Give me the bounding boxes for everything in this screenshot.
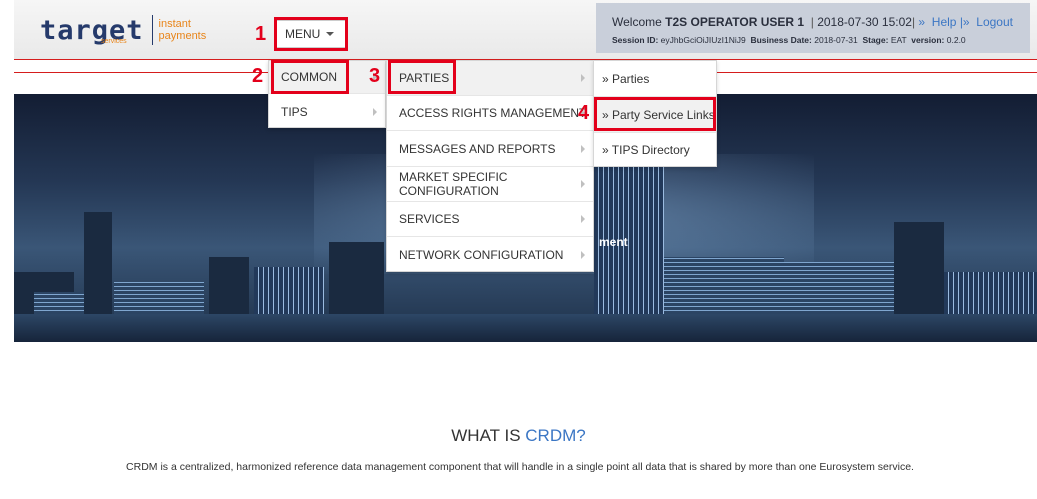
welcome-line: Welcome T2S OPERATOR USER 1 | 2018-07-30… [612, 15, 1013, 29]
callout-number-2: 2 [252, 65, 264, 87]
menu-item-label: NETWORK CONFIGURATION [399, 247, 564, 262]
menu-item-services[interactable]: SERVICES [387, 202, 593, 237]
hero-caption: ment [599, 235, 628, 249]
business-date-value: 2018-07-31 [814, 35, 858, 45]
section-heading: WHAT IS CRDM? [0, 426, 1037, 446]
callout-number-4: 4 [578, 102, 590, 124]
chevron-icon: » [918, 15, 926, 29]
stage-label: Stage: [862, 35, 889, 45]
menu-item-label: SERVICES [399, 212, 460, 226]
menu-item-access-rights[interactable]: ACCESS RIGHTS MANAGEMENT [387, 96, 593, 131]
menu-item-messages-reports[interactable]: MESSAGES AND REPORTS [387, 131, 593, 167]
menu-item-label: ACCESS RIGHTS MANAGEMENT [399, 106, 587, 120]
business-date-label: Business Date: [750, 35, 812, 45]
chevron-right-icon [581, 250, 585, 259]
separator: |» [959, 15, 970, 29]
session-id-label: Session ID: [612, 35, 659, 45]
welcome-prefix: Welcome [612, 15, 662, 29]
callout-box-party-service-links [594, 97, 716, 131]
callout-number-3: 3 [369, 65, 381, 87]
chevron-right-icon [581, 74, 585, 82]
river [14, 314, 1037, 342]
user-name: T2S OPERATOR USER 1 [665, 15, 805, 29]
callout-number-1: 1 [255, 23, 267, 45]
chevron-right-icon [581, 180, 585, 188]
menu-item-tips[interactable]: TIPS [269, 95, 385, 128]
session-id-value: eyJhbGciOiJIUzI1NiJ9 [660, 35, 746, 45]
version-value: 0.2.0 [946, 35, 966, 45]
menu-item-label: TIPS [281, 104, 308, 119]
separator: | [810, 15, 814, 29]
chevron-right-icon [373, 107, 377, 116]
logo-divider [151, 15, 153, 45]
menu-item-tips-directory[interactable]: » TIPS Directory [594, 133, 716, 167]
logo-wordmark: target [40, 14, 144, 46]
heading-accent: CRDM? [525, 426, 586, 445]
chevron-right-icon [581, 144, 585, 153]
logout-link[interactable]: Logout [976, 15, 1013, 29]
menu-item-label: MESSAGES AND REPORTS [399, 141, 556, 156]
logo-tagline-line2: payments [158, 30, 207, 42]
chevron-right-icon [581, 215, 585, 223]
help-link[interactable]: Help [932, 15, 957, 29]
target-logo[interactable]: target services instant payments [40, 12, 206, 48]
separator: | [911, 15, 916, 29]
menu-item-label: » Parties [602, 71, 650, 86]
menu-item-label: » TIPS Directory [602, 143, 690, 157]
heading-prefix: WHAT IS [451, 426, 521, 445]
menu-item-label: MARKET SPECIFIC CONFIGURATION [399, 170, 508, 198]
callout-box-common [271, 60, 349, 94]
section-description: CRDM is a centralized, harmonized refere… [126, 461, 914, 473]
logo-tagline-line1: instant [158, 18, 191, 30]
user-session-panel: Welcome T2S OPERATOR USER 1 | 2018-07-30… [596, 3, 1030, 53]
datetime: 2018-07-30 15:02 [817, 15, 912, 29]
version-label: version: [911, 35, 945, 45]
callout-box-menu [274, 17, 348, 51]
menu-item-market-config[interactable]: MARKET SPECIFIC CONFIGURATION [387, 167, 593, 202]
stage-value: EAT [890, 35, 907, 45]
logo-tagline: instant payments [159, 18, 207, 42]
session-info-line: Session ID: eyJhbGciOiJIUzI1NiJ9 Busines… [612, 35, 966, 45]
menu-item-network-config[interactable]: NETWORK CONFIGURATION [387, 237, 593, 272]
logo-services-label: services [101, 38, 127, 45]
menu-item-parties-link[interactable]: » Parties [594, 61, 716, 97]
callout-box-parties [388, 60, 456, 94]
